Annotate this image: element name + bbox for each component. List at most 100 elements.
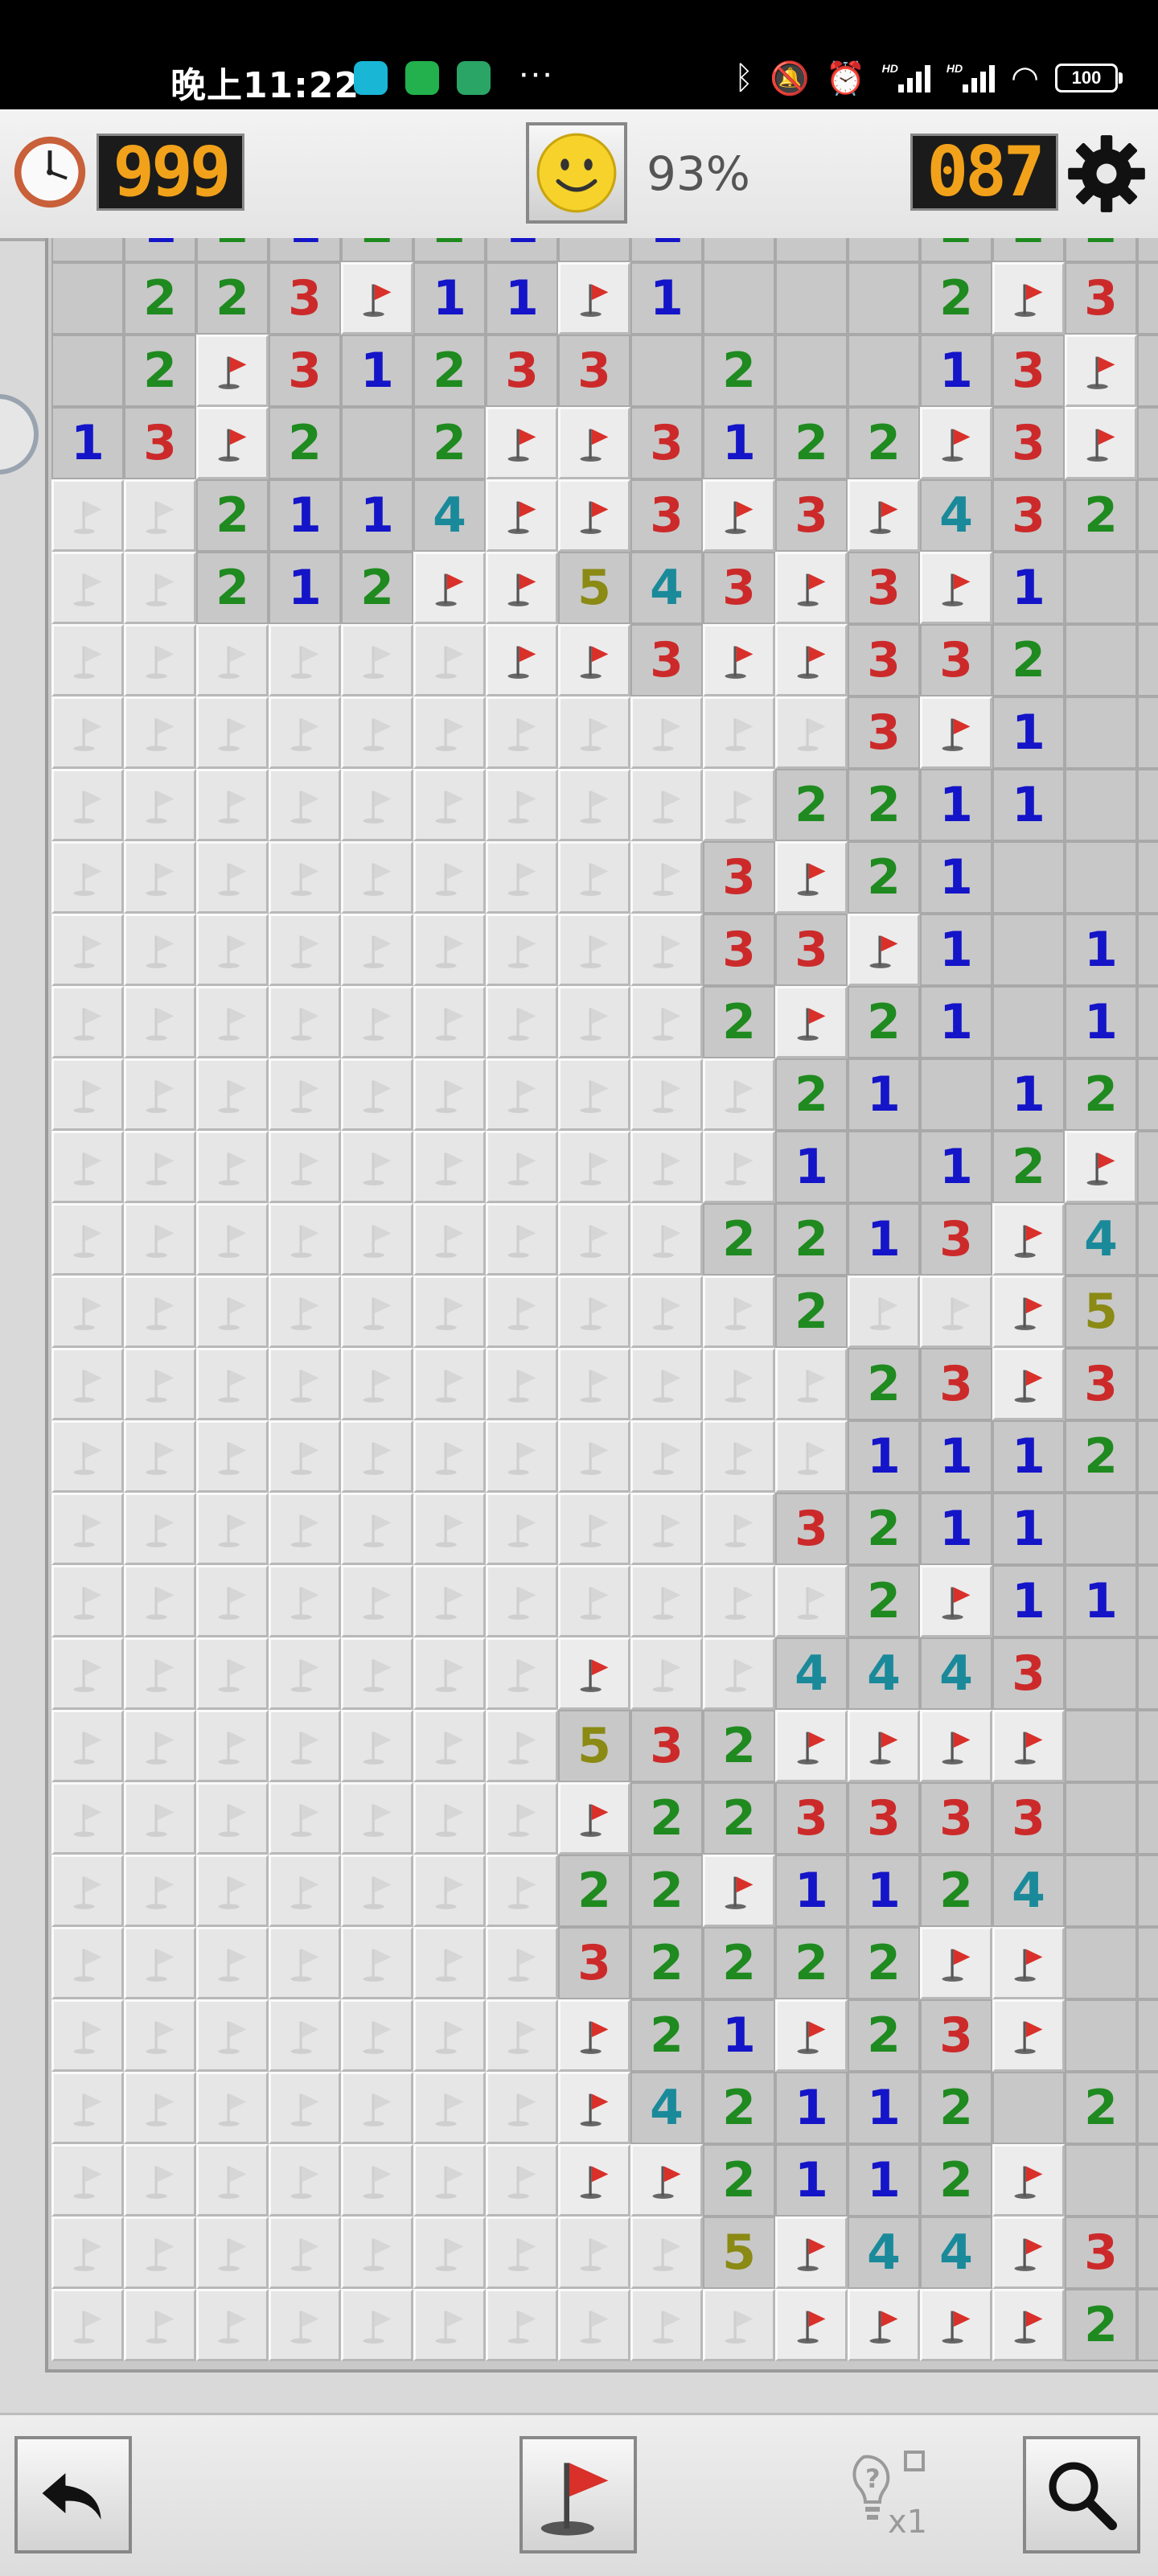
covered-cell[interactable] — [413, 1782, 486, 1855]
covered-cell[interactable] — [124, 1348, 196, 1420]
covered-cell[interactable] — [341, 1637, 413, 1710]
covered-cell[interactable] — [124, 2072, 196, 2144]
empty-cell[interactable] — [1137, 1348, 1158, 1420]
empty-cell[interactable] — [558, 238, 630, 262]
covered-cell[interactable] — [486, 1203, 558, 1276]
number-cell[interactable]: 2 — [848, 986, 920, 1058]
empty-cell[interactable] — [1137, 696, 1158, 769]
number-cell[interactable]: 1 — [992, 1420, 1065, 1493]
covered-cell[interactable] — [269, 696, 341, 769]
number-cell[interactable]: 1 — [269, 552, 341, 624]
flagged-cell[interactable] — [992, 1927, 1065, 1999]
number-cell[interactable]: 2 — [848, 1565, 920, 1637]
covered-cell[interactable] — [51, 479, 124, 552]
covered-cell[interactable] — [486, 1637, 558, 1710]
covered-cell[interactable] — [558, 2217, 630, 2289]
empty-cell[interactable] — [1137, 624, 1158, 696]
number-cell[interactable]: 2 — [703, 1203, 775, 1276]
empty-cell[interactable] — [1065, 841, 1137, 914]
covered-cell[interactable] — [269, 1348, 341, 1420]
number-cell[interactable]: 1 — [848, 1855, 920, 1927]
covered-cell[interactable] — [341, 1348, 413, 1420]
covered-cell[interactable] — [124, 696, 196, 769]
covered-cell[interactable] — [51, 552, 124, 624]
number-cell[interactable]: 1 — [775, 2072, 848, 2144]
covered-cell[interactable] — [558, 1420, 630, 1493]
number-cell[interactable]: 2 — [1065, 479, 1137, 552]
covered-cell[interactable] — [51, 1710, 124, 1782]
covered-cell[interactable] — [51, 1203, 124, 1276]
number-cell[interactable]: 2 — [848, 1348, 920, 1420]
covered-cell[interactable] — [558, 1493, 630, 1565]
empty-cell[interactable] — [1065, 1493, 1137, 1565]
empty-cell[interactable] — [1137, 1131, 1158, 1203]
covered-cell[interactable] — [269, 1855, 341, 1927]
number-cell[interactable]: 1 — [992, 552, 1065, 624]
number-cell[interactable]: 2 — [630, 1782, 703, 1855]
covered-cell[interactable] — [269, 2289, 341, 2361]
number-cell[interactable]: 3 — [775, 914, 848, 986]
number-cell[interactable]: 2 — [630, 1999, 703, 2072]
flagged-cell[interactable] — [703, 479, 775, 552]
number-cell[interactable]: 4 — [775, 1637, 848, 1710]
empty-cell[interactable] — [848, 262, 920, 335]
covered-cell[interactable] — [630, 1203, 703, 1276]
covered-cell[interactable] — [124, 841, 196, 914]
number-cell[interactable]: 5 — [703, 2217, 775, 2289]
covered-cell[interactable] — [413, 1855, 486, 1927]
gear-icon[interactable] — [1065, 132, 1148, 216]
covered-cell[interactable] — [269, 2072, 341, 2144]
covered-cell[interactable] — [486, 1493, 558, 1565]
covered-cell[interactable] — [703, 2289, 775, 2361]
number-cell[interactable]: 2 — [703, 2072, 775, 2144]
covered-cell[interactable] — [775, 696, 848, 769]
number-cell[interactable]: 1 — [920, 841, 992, 914]
flagged-cell[interactable] — [920, 2289, 992, 2361]
number-cell[interactable]: 1 — [920, 986, 992, 1058]
number-cell[interactable]: 2 — [703, 1927, 775, 1999]
number-cell[interactable]: 1 — [992, 1493, 1065, 1565]
flagged-cell[interactable] — [920, 1927, 992, 1999]
covered-cell[interactable] — [51, 2072, 124, 2144]
number-cell[interactable]: 3 — [848, 1782, 920, 1855]
covered-cell[interactable] — [196, 1927, 269, 1999]
number-cell[interactable]: 2 — [196, 238, 269, 262]
number-cell[interactable]: 1 — [486, 238, 558, 262]
covered-cell[interactable] — [124, 624, 196, 696]
covered-cell[interactable] — [630, 986, 703, 1058]
number-cell[interactable]: 3 — [992, 1637, 1065, 1710]
number-cell[interactable]: 2 — [703, 335, 775, 407]
number-cell[interactable]: 4 — [920, 2217, 992, 2289]
number-cell[interactable]: 2 — [1065, 2289, 1137, 2361]
covered-cell[interactable] — [269, 1565, 341, 1637]
number-cell[interactable]: 2 — [1065, 1420, 1137, 1493]
covered-cell[interactable] — [341, 1855, 413, 1927]
number-cell[interactable]: 5 — [1065, 1276, 1137, 1348]
covered-cell[interactable] — [486, 1348, 558, 1420]
covered-cell[interactable] — [413, 696, 486, 769]
covered-cell[interactable] — [703, 769, 775, 841]
empty-cell[interactable] — [1137, 2289, 1158, 2361]
number-cell[interactable]: 2 — [341, 238, 413, 262]
number-cell[interactable]: 2 — [703, 1782, 775, 1855]
covered-cell[interactable] — [124, 769, 196, 841]
number-cell[interactable]: 3 — [1065, 262, 1137, 335]
covered-cell[interactable] — [630, 1276, 703, 1348]
flagged-cell[interactable] — [992, 2217, 1065, 2289]
number-cell[interactable]: 2 — [1065, 1058, 1137, 1131]
number-cell[interactable]: 2 — [196, 479, 269, 552]
number-cell[interactable]: 2 — [703, 1710, 775, 1782]
empty-cell[interactable] — [1137, 1999, 1158, 2072]
flagged-cell[interactable] — [558, 1782, 630, 1855]
covered-cell[interactable] — [51, 1565, 124, 1637]
number-cell[interactable]: 1 — [920, 1420, 992, 1493]
empty-cell[interactable] — [1065, 624, 1137, 696]
number-cell[interactable]: 2 — [413, 238, 486, 262]
covered-cell[interactable] — [630, 2289, 703, 2361]
empty-cell[interactable] — [51, 262, 124, 335]
covered-cell[interactable] — [558, 1276, 630, 1348]
number-cell[interactable]: 4 — [630, 2072, 703, 2144]
covered-cell[interactable] — [486, 1420, 558, 1493]
flagged-cell[interactable] — [703, 624, 775, 696]
covered-cell[interactable] — [630, 1348, 703, 1420]
